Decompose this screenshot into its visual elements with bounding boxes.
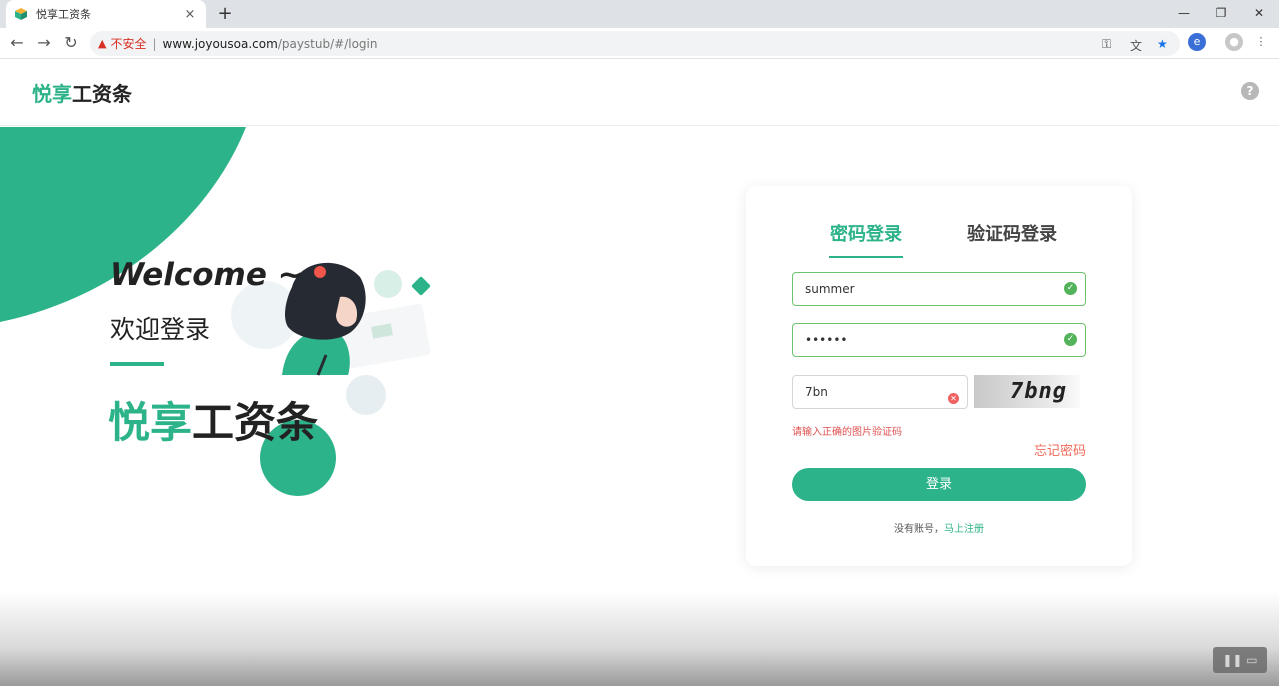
bookmark-star-icon[interactable]: ★ [1157, 37, 1168, 51]
minimize-button[interactable]: — [1165, 0, 1203, 28]
extension-icon[interactable]: e [1188, 33, 1206, 51]
new-tab-button[interactable]: + [214, 3, 236, 25]
browser-tab[interactable]: 悦享工资条 × [6, 0, 206, 28]
reload-button[interactable]: ↻ [60, 33, 82, 55]
browser-tab-strip: 悦享工资条 × + — ❐ ✕ [0, 0, 1279, 28]
media-pause-icon[interactable]: ❚❚ ▭ [1213, 647, 1267, 673]
welcome-heading: Welcome ~ [110, 257, 304, 293]
captcha-error-message: 请输入正确的图片验证码 [792, 427, 902, 438]
address-bar: ← → ↻ ▲ 不安全 | www.joyousoa.com/paystub/#… [0, 28, 1279, 59]
forward-button[interactable]: → [33, 33, 55, 55]
woman-illustration [282, 262, 431, 376]
logo-dark-text: 工资条 [72, 82, 132, 106]
username-value: summer [805, 282, 855, 296]
signup-link[interactable]: 马上注册 [944, 524, 984, 535]
key-icon[interactable]: ⚿ [1102, 37, 1111, 52]
help-icon[interactable]: ? [1241, 82, 1259, 100]
captcha-input[interactable]: 7bn ✕ [792, 375, 968, 409]
url-separator: | [152, 36, 157, 51]
signup-prefix: 没有账号， [894, 524, 944, 535]
username-input[interactable]: summer ✓ [792, 272, 1086, 306]
captcha-image[interactable]: 7bng [974, 375, 1080, 408]
bottom-fade [0, 592, 1279, 686]
tab-sms-login[interactable]: 验证码登录 [967, 220, 1057, 246]
logo-green-text: 悦享 [32, 82, 72, 106]
signup-prompt: 没有账号，马上注册 [746, 520, 1132, 535]
tab-password-login[interactable]: 密码登录 [830, 220, 902, 246]
login-button[interactable]: 登录 [792, 468, 1086, 501]
password-value: •••••• [805, 333, 848, 347]
clear-error-icon[interactable]: ✕ [948, 393, 959, 404]
check-icon: ✓ [1064, 282, 1077, 295]
close-window-button[interactable]: ✕ [1240, 0, 1278, 28]
site-header: 悦享工资条 [0, 60, 1279, 126]
translate-icon[interactable]: 文 [1130, 37, 1142, 54]
accent-divider [110, 362, 164, 366]
not-secure-label: 不安全 [110, 37, 147, 51]
back-button[interactable]: ← [6, 33, 28, 55]
forgot-password-link[interactable]: 忘记密码 [1034, 440, 1086, 459]
url-omnibox[interactable]: ▲ 不安全 | www.joyousoa.com/paystub/#/login… [90, 31, 1180, 56]
warning-triangle-icon: ▲ [98, 37, 107, 50]
captcha-value: 7bn [805, 385, 828, 399]
bg-circle [374, 270, 402, 298]
active-tab-indicator [829, 256, 903, 258]
check-icon: ✓ [1064, 333, 1077, 346]
profile-avatar-icon[interactable]: ● [1225, 33, 1243, 51]
browser-menu-icon[interactable]: ⋮ [1252, 33, 1270, 51]
bg-circle [346, 375, 386, 415]
url-domain: www.joyousoa.com [162, 36, 278, 51]
url-path: /paystub/#/login [277, 36, 378, 51]
password-input[interactable]: •••••• ✓ [792, 323, 1086, 357]
tab-title: 悦享工资条 [36, 8, 91, 21]
welcome-subheading: 欢迎登录 [110, 315, 211, 344]
green-diamond [411, 276, 431, 296]
hero-logo: 悦享工资条 [108, 389, 318, 450]
hero-logo-dark: 工资条 [192, 398, 319, 447]
cube-favicon-icon [15, 8, 27, 20]
maximize-button[interactable]: ❐ [1202, 0, 1240, 28]
tab-close-icon[interactable]: × [182, 7, 198, 22]
login-card: 密码登录 验证码登录 summer ✓ •••••• ✓ 7bn ✕ 7bng … [746, 186, 1132, 566]
site-logo[interactable]: 悦享工资条 [32, 78, 132, 107]
hero-logo-green: 悦享 [108, 398, 193, 447]
